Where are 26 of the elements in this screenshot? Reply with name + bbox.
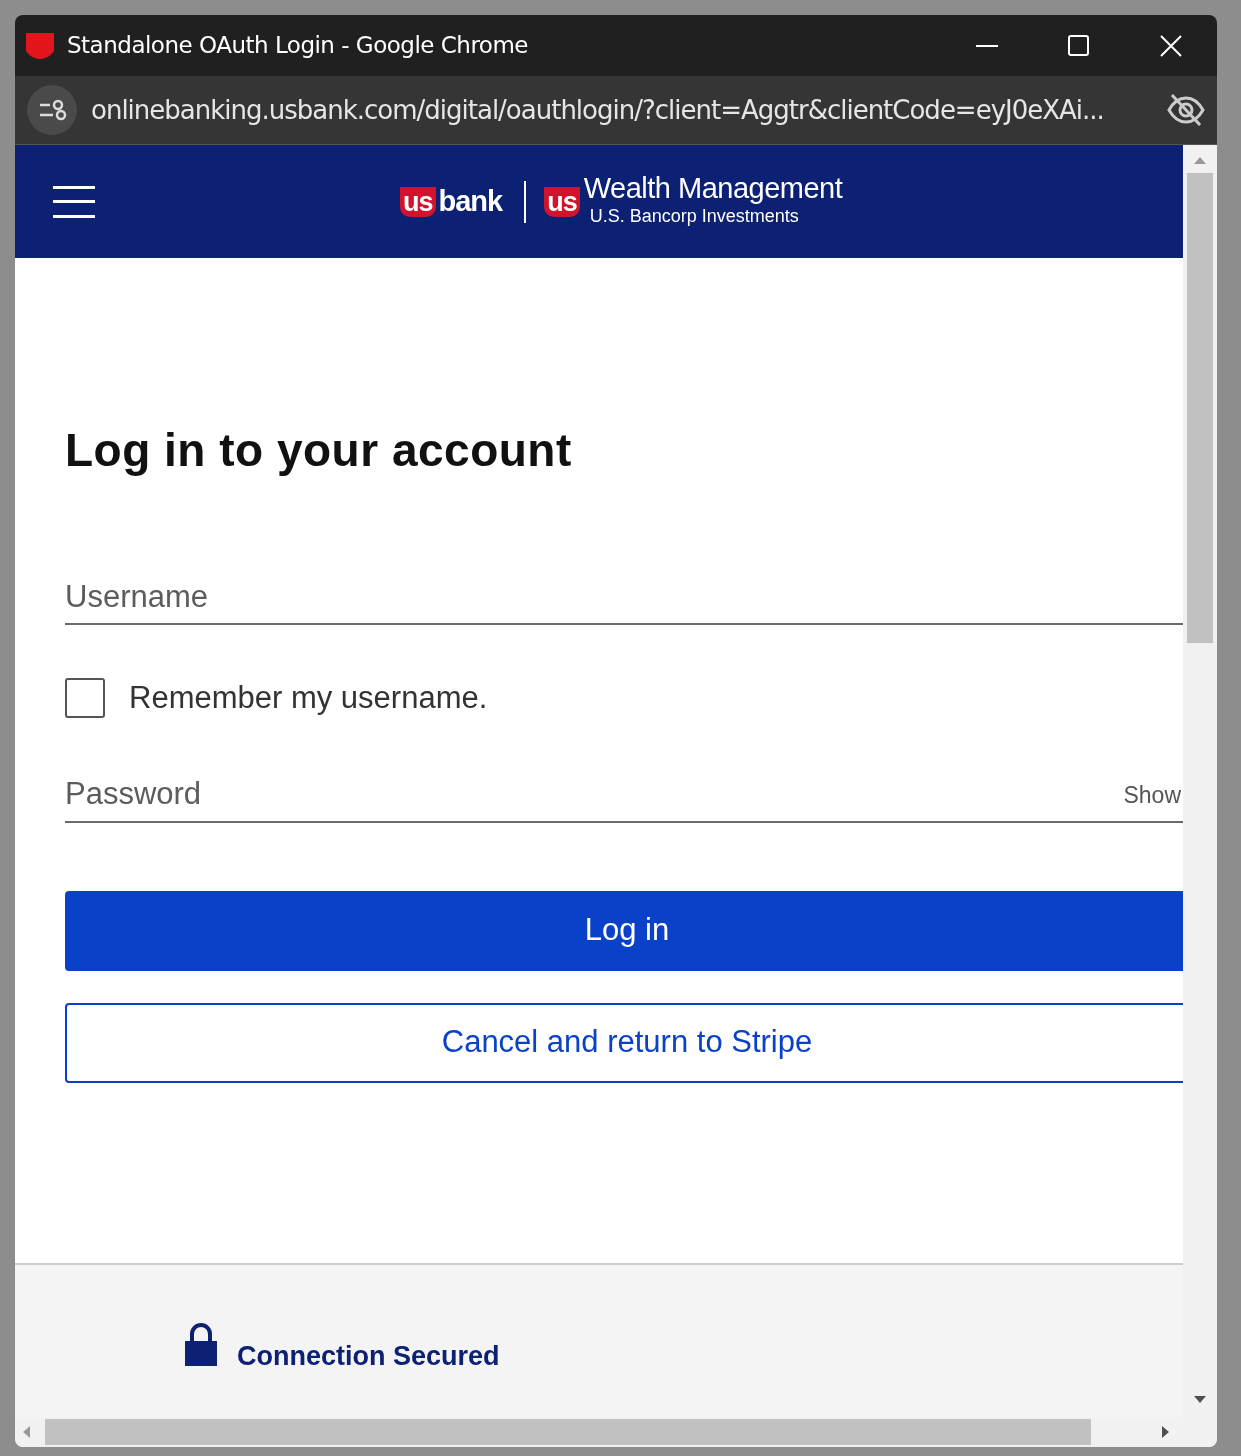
cancel-button[interactable]: Cancel and return to Stripe bbox=[65, 1002, 1183, 1083]
menu-icon[interactable] bbox=[53, 184, 95, 219]
site-settings-icon[interactable] bbox=[27, 85, 77, 135]
horizontal-scrollbar[interactable] bbox=[15, 1417, 1217, 1447]
remember-checkbox[interactable] bbox=[65, 678, 105, 719]
eye-slash-icon[interactable] bbox=[1167, 93, 1205, 127]
username-field[interactable]: Username bbox=[65, 568, 1183, 626]
lock-icon bbox=[185, 1322, 217, 1366]
window-title: Standalone OAuth Login - Google Chrome bbox=[67, 31, 529, 61]
show-password-link[interactable]: Show bbox=[1123, 783, 1181, 809]
scroll-right-icon[interactable] bbox=[1161, 1425, 1171, 1439]
logo-text: bank bbox=[438, 183, 503, 219]
logo-mark: us bbox=[400, 186, 436, 217]
minimize-icon bbox=[976, 44, 998, 47]
scroll-down-icon[interactable] bbox=[1193, 1395, 1207, 1405]
checkbox-label: Remember my username. bbox=[129, 679, 488, 718]
brand-subtitle: U.S. Bancorp Investments bbox=[589, 205, 800, 228]
logo-mark: us bbox=[544, 186, 580, 217]
security-status: Connection Secured bbox=[237, 1340, 500, 1373]
brand-name: Wealth Management bbox=[583, 173, 843, 203]
page-heading: Log in to your account bbox=[65, 423, 573, 478]
vertical-scrollbar[interactable] bbox=[1183, 145, 1217, 1417]
login-button[interactable]: Log in bbox=[65, 890, 1183, 971]
close-icon bbox=[1159, 33, 1183, 58]
shield-icon bbox=[25, 31, 55, 60]
maximize-icon bbox=[1068, 34, 1090, 57]
